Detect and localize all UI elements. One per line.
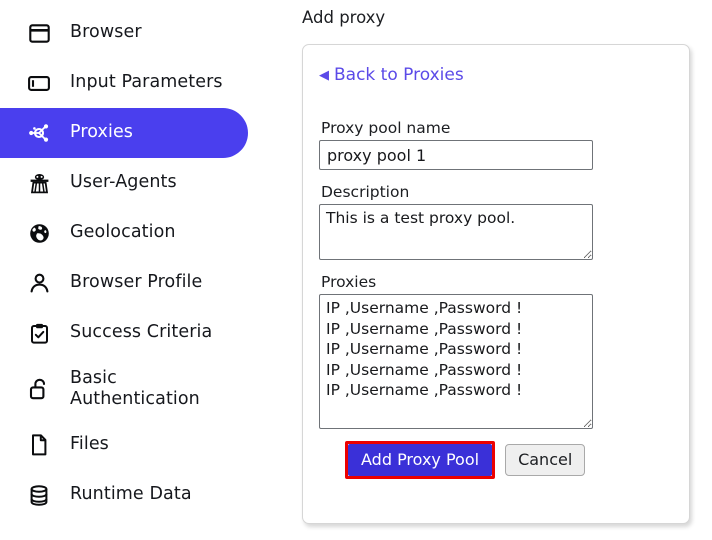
file-document-icon [28, 434, 50, 456]
sidebar-item-label: Browser [70, 22, 142, 43]
sidebar-item-label: Basic Authentication [70, 367, 200, 409]
sidebar-item-geolocation[interactable]: Geolocation [0, 208, 248, 258]
sidebar-item-proxies[interactable]: Proxies [0, 108, 248, 158]
sidebar-item-user-agents[interactable]: User-Agents [0, 158, 248, 208]
spy-agent-icon [28, 172, 50, 194]
pool-name-input[interactable] [319, 140, 593, 170]
field-group-pool-name: Proxy pool name [319, 119, 673, 170]
cancel-button[interactable]: Cancel [505, 444, 586, 477]
add-proxy-pool-highlight: Add Proxy Pool [345, 441, 496, 480]
sidebar-item-basic-authentication[interactable]: Basic Authentication [0, 358, 248, 420]
clipboard-check-icon [28, 322, 50, 344]
sidebar-item-label: User-Agents [70, 172, 177, 193]
main-content: Add proxy ◀ Back to Proxies Proxy pool n… [290, 0, 712, 540]
pool-name-label: Proxy pool name [321, 119, 451, 137]
sidebar-item-label: Proxies [70, 122, 134, 143]
card-button-row: Add Proxy Pool Cancel [319, 441, 673, 480]
back-to-proxies-label: Back to Proxies [334, 65, 464, 85]
sidebar-item-label: Files [70, 434, 109, 455]
sidebar-item-input-parameters[interactable]: Input Parameters [0, 58, 248, 108]
page-title: Add proxy [302, 8, 386, 27]
add-proxy-pool-button[interactable]: Add Proxy Pool [348, 444, 493, 477]
database-icon [28, 484, 50, 506]
sidebar-item-label: Input Parameters [70, 72, 223, 93]
chevron-left-icon: ◀ [319, 67, 329, 83]
browser-window-icon [28, 22, 50, 44]
field-group-description: Description This is a test proxy pool. [319, 183, 673, 260]
sidebar: Browser Input Parameters Proxies User-Ag… [0, 0, 290, 540]
sidebar-item-files[interactable]: Files [0, 420, 248, 470]
unlocked-padlock-icon [28, 378, 50, 400]
back-to-proxies-link[interactable]: ◀ Back to Proxies [319, 65, 464, 85]
app-root: Browser Input Parameters Proxies User-Ag… [0, 0, 712, 540]
user-person-icon [28, 272, 50, 294]
sidebar-item-browser[interactable]: Browser [0, 8, 248, 58]
input-field-icon [28, 72, 50, 94]
sidebar-item-label: Geolocation [70, 222, 176, 243]
description-label: Description [321, 183, 410, 201]
sidebar-item-label: Runtime Data [70, 484, 192, 505]
proxies-textarea[interactable]: IP ,Username ,Password ! IP ,Username ,P… [319, 294, 593, 429]
network-nodes-icon [28, 122, 50, 144]
add-proxy-card: ◀ Back to Proxies Proxy pool name Descri… [302, 44, 690, 524]
sidebar-item-label: Browser Profile [70, 272, 203, 293]
sidebar-item-runtime-data[interactable]: Runtime Data [0, 470, 248, 520]
description-textarea[interactable]: This is a test proxy pool. [319, 204, 593, 260]
sidebar-item-label: Success Criteria [70, 322, 213, 343]
sidebar-item-success-criteria[interactable]: Success Criteria [0, 308, 248, 358]
globe-icon [28, 222, 50, 244]
proxies-label: Proxies [321, 273, 377, 291]
field-group-proxies: Proxies IP ,Username ,Password ! IP ,Use… [319, 273, 673, 429]
sidebar-item-browser-profile[interactable]: Browser Profile [0, 258, 248, 308]
